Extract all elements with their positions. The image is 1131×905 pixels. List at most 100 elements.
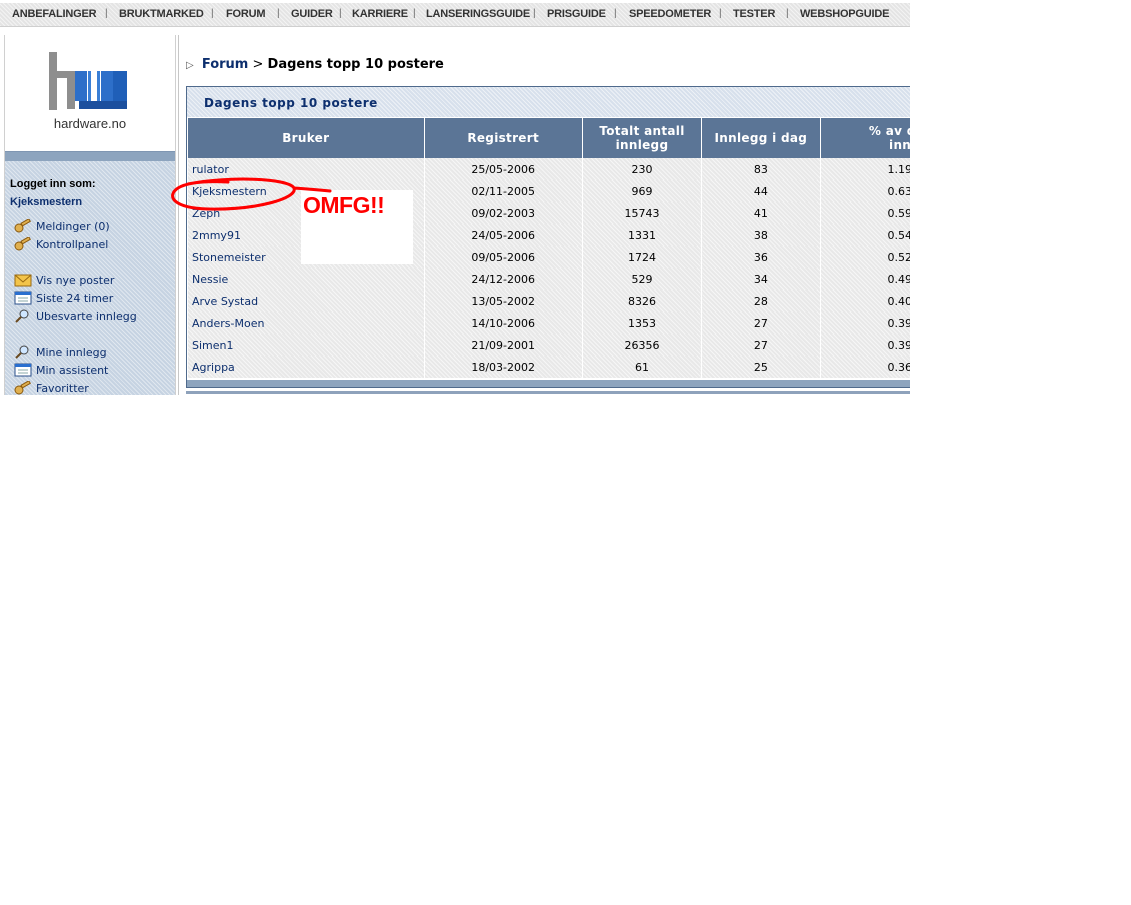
sidebar-link-label: Meldinger (0) [36, 219, 110, 233]
red-circle-annotation [171, 177, 332, 211]
column-header-bruker[interactable]: Bruker [188, 118, 425, 158]
sidebar-link-meldinger[interactable]: Meldinger (0) [14, 219, 110, 233]
cell-registered: 18/03-2002 [424, 356, 583, 378]
logo-text: hardware.no [54, 116, 126, 131]
cell-total-posts: 230 [582, 158, 703, 180]
cell-total-posts: 15743 [582, 202, 703, 224]
sidebar-link-label: Min assistent [36, 363, 109, 377]
cell-percent: 0.39 [820, 334, 910, 356]
nav-forum[interactable]: FORUM [226, 8, 266, 20]
top-posters-panel: Dagens topp 10 postere Bruker Registrert… [186, 86, 910, 388]
cell-percent: 0.54 [820, 224, 910, 246]
cell-total-posts: 26356 [582, 334, 703, 356]
cell-percent: 0.36 [820, 356, 910, 378]
sidebar-link-kontrollpanel[interactable]: Kontrollpanel [14, 237, 108, 251]
cell-percent: 1.19 [820, 158, 910, 180]
logged-in-username[interactable]: Kjeksmestern [10, 196, 82, 208]
nav-separator: | [719, 8, 722, 19]
header-line: Totalt antall [599, 124, 685, 138]
table-row: Anders-Moen 14/10-2006 1353 27 0.39 [188, 312, 910, 334]
cell-user[interactable]: Simen1 [188, 334, 425, 356]
nav-webshopguide[interactable]: WEBSHOPGUIDE [800, 8, 889, 20]
nav-tester[interactable]: TESTER [733, 8, 775, 20]
sidebar-link-label: Mine innlegg [36, 345, 107, 359]
top-navigation: ANBEFALINGER | BRUKTMARKED | FORUM | GUI… [0, 3, 910, 27]
nav-lanseringsguide[interactable]: LANSERINGSGUIDE [426, 8, 530, 20]
nav-separator: | [277, 8, 280, 19]
sidebar-link-label: Favoritter [36, 381, 89, 395]
cell-registered: 21/09-2001 [424, 334, 583, 356]
sidebar-link-min-assistent[interactable]: Min assistent [14, 363, 108, 377]
nav-guider[interactable]: GUIDER [291, 8, 333, 20]
sidebar: hardware.no Logget inn som: Kjeksmestern… [4, 35, 176, 395]
cell-total-posts: 969 [582, 180, 703, 202]
site-logo[interactable]: hardware.no [5, 35, 175, 151]
cell-registered: 24/05-2006 [424, 224, 583, 246]
cell-user[interactable]: Nessie [188, 268, 425, 290]
sidebar-user-panel: Logget inn som: Kjeksmestern Meldinger (… [5, 151, 175, 395]
panel-bottom-rule [186, 391, 910, 394]
table-row: Nessie 24/12-2006 529 34 0.49 [188, 268, 910, 290]
sidebar-header-bar [5, 151, 175, 161]
breadcrumb-forum-link[interactable]: Forum [202, 57, 249, 72]
table-row: Agrippa 18/03-2002 61 25 0.36 [188, 356, 910, 378]
panel-title-bar: Dagens topp 10 postere [187, 87, 910, 117]
top-posters-table: Bruker Registrert Totalt antall innlegg I… [188, 118, 910, 378]
nav-separator: | [413, 8, 416, 19]
nav-prisguide[interactable]: PRISGUIDE [547, 8, 606, 20]
nav-separator: | [614, 8, 617, 19]
cell-percent: 0.52 [820, 246, 910, 268]
cell-posts-today: 25 [701, 356, 821, 378]
calendar-icon [14, 291, 32, 305]
cell-percent: 0.40 [820, 290, 910, 312]
header-line: innlegg [615, 138, 669, 152]
sidebar-link-siste-24-timer[interactable]: Siste 24 timer [14, 291, 113, 305]
nav-speedometer[interactable]: SPEEDOMETER [629, 8, 711, 20]
nav-karriere[interactable]: KARRIERE [352, 8, 408, 20]
sidebar-link-label: Kontrollpanel [36, 237, 109, 251]
column-header-totalt[interactable]: Totalt antall innlegg [582, 118, 703, 158]
breadcrumb: ▷ Forum > Dagens topp 10 postere [186, 57, 444, 72]
column-header-prosent[interactable]: % av dainnle [820, 118, 910, 158]
cell-user[interactable]: Anders-Moen [188, 312, 425, 334]
nav-separator: | [786, 8, 789, 19]
cell-total-posts: 1724 [582, 246, 703, 268]
column-header-registrert[interactable]: Registrert [424, 118, 583, 158]
page-viewport: ANBEFALINGER | BRUKTMARKED | FORUM | GUI… [0, 0, 910, 395]
sidebar-link-label: Vis nye poster [36, 273, 115, 287]
panel-title: Dagens topp 10 postere [204, 96, 378, 110]
cell-posts-today: 27 [701, 334, 821, 356]
panel-footer-bar [187, 380, 910, 387]
cell-registered: 25/05-2006 [424, 158, 583, 180]
cell-posts-today: 34 [701, 268, 821, 290]
cell-total-posts: 8326 [582, 290, 703, 312]
cell-total-posts: 61 [582, 356, 703, 378]
nav-separator: | [105, 8, 108, 19]
hardware-logo-icon: hardware.no [49, 52, 127, 131]
magnifier-icon [15, 309, 29, 323]
cell-percent: 0.63 [820, 180, 910, 202]
table-row: Arve Systad 13/05-2002 8326 28 0.40 [188, 290, 910, 312]
cell-registered: 14/10-2006 [424, 312, 583, 334]
nav-separator: | [211, 8, 214, 19]
nav-anbefalinger[interactable]: ANBEFALINGER [12, 8, 97, 20]
sidebar-link-favoritter[interactable]: Favoritter [14, 381, 89, 395]
sidebar-link-vis-nye-poster[interactable]: Vis nye poster [14, 273, 114, 287]
header-line: Registrert [467, 131, 539, 145]
cell-registered: 02/11-2005 [424, 180, 583, 202]
logged-in-label: Logget inn som: [10, 178, 96, 190]
sidebar-link-label: Siste 24 timer [36, 291, 114, 305]
header-line: Innlegg i dag [714, 131, 808, 145]
column-header-innlegg-i-dag[interactable]: Innlegg i dag [701, 118, 821, 158]
cell-posts-today: 83 [701, 158, 821, 180]
calendar-icon [14, 363, 32, 377]
nav-bruktmarked[interactable]: BRUKTMARKED [119, 8, 204, 20]
sidebar-link-ubesvarte-innlegg[interactable]: Ubesvarte innlegg [14, 309, 137, 323]
cell-percent: 0.39 [820, 312, 910, 334]
header-line: Bruker [282, 131, 330, 145]
cell-posts-today: 27 [701, 312, 821, 334]
sidebar-link-mine-innlegg[interactable]: Mine innlegg [14, 345, 107, 359]
cell-user[interactable]: Agrippa [188, 356, 425, 378]
breadcrumb-separator: > [252, 57, 264, 72]
cell-user[interactable]: Arve Systad [188, 290, 425, 312]
